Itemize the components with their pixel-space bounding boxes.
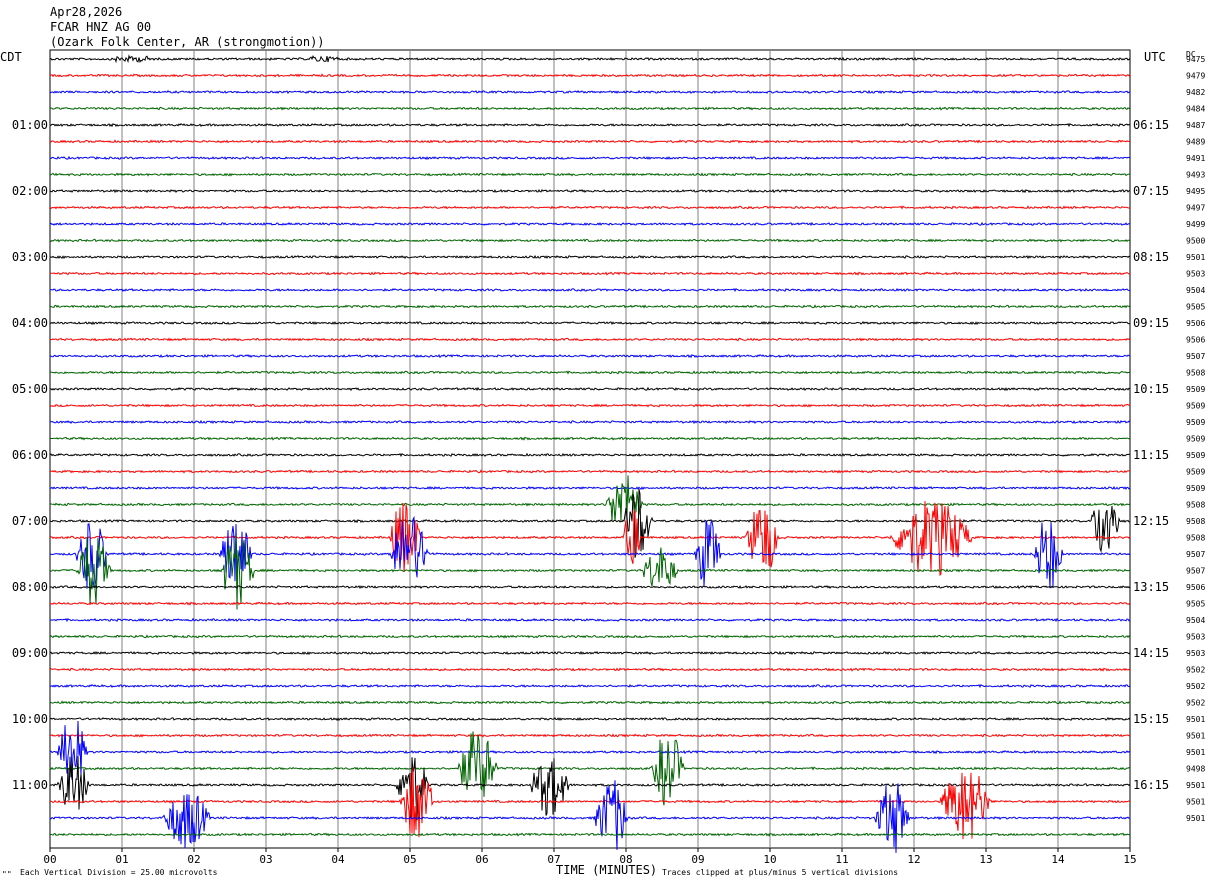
dc-offset-label: 9504	[1186, 616, 1205, 625]
dc-offset-label: 9479	[1186, 72, 1205, 81]
dc-offset-label: 9506	[1186, 583, 1205, 592]
dc-offset-label: 9508	[1186, 501, 1205, 510]
dc-offset-label: 9489	[1186, 138, 1205, 147]
x-tick-label: 00	[43, 853, 56, 866]
left-time-label: 10:00	[12, 712, 48, 726]
right-time-label: 11:15	[1133, 448, 1169, 462]
header-station: (Ozark Folk Center, AR (strongmotion))	[50, 35, 325, 49]
right-time-label: 10:15	[1133, 382, 1169, 396]
dc-offset-label: 9509	[1186, 402, 1205, 411]
right-time-label: 14:15	[1133, 646, 1169, 660]
dc-offset-label: 9498	[1186, 765, 1205, 774]
x-tick-label: 15	[1123, 853, 1136, 866]
dc-offset-label: 9501	[1186, 748, 1205, 757]
dc-offset-label: 9503	[1186, 649, 1205, 658]
dc-offset-label: 9499	[1186, 220, 1205, 229]
right-time-label: 07:15	[1133, 184, 1169, 198]
dc-offset-label: 9503	[1186, 270, 1205, 279]
right-time-label: 08:15	[1133, 250, 1169, 264]
left-time-label: 01:00	[12, 118, 48, 132]
x-tick-label: 09	[691, 853, 704, 866]
x-tick-label: 05	[403, 853, 416, 866]
dc-offset-label: 9502	[1186, 699, 1205, 708]
footer-clip: Traces clipped at plus/minus 5 vertical …	[662, 868, 898, 877]
dc-offset-label: 9500	[1186, 237, 1205, 246]
dc-offset-label: 9507	[1186, 352, 1205, 361]
left-time-label: 09:00	[12, 646, 48, 660]
right-time-label: 15:15	[1133, 712, 1169, 726]
dc-offset-label: 9505	[1186, 600, 1205, 609]
left-time-label: 11:00	[12, 778, 48, 792]
x-tick-label: 06	[475, 853, 488, 866]
chart-background	[0, 0, 1210, 886]
left-time-label: 04:00	[12, 316, 48, 330]
dc-offset-label: 9503	[1186, 633, 1205, 642]
dc-offset-label: 9484	[1186, 105, 1205, 114]
right-time-label: 06:15	[1133, 118, 1169, 132]
header-date: Apr28,2026	[50, 5, 122, 19]
right-time-label: 12:15	[1133, 514, 1169, 528]
dc-offset-label: 9509	[1186, 451, 1205, 460]
dc-offset-label: 9509	[1186, 385, 1205, 394]
dc-offset-label: 9475	[1186, 55, 1205, 64]
dc-offset-label: 9501	[1186, 715, 1205, 724]
left-time-label: 05:00	[12, 382, 48, 396]
left-time-label: 03:00	[12, 250, 48, 264]
right-zone-label: UTC	[1144, 50, 1166, 64]
x-tick-label: 13	[979, 853, 992, 866]
helicorder-chart: Apr28,2026 FCAR HNZ AG 00 (Ozark Folk Ce…	[0, 0, 1210, 886]
x-tick-label: 14	[1051, 853, 1065, 866]
left-time-label: 07:00	[12, 514, 48, 528]
x-tick-label: 10	[763, 853, 776, 866]
left-time-label: 02:00	[12, 184, 48, 198]
right-time-label: 13:15	[1133, 580, 1169, 594]
dc-offset-label: 9506	[1186, 336, 1205, 345]
dc-offset-label: 9495	[1186, 187, 1205, 196]
x-tick-label: 12	[907, 853, 920, 866]
dc-offset-label: 9509	[1186, 484, 1205, 493]
dc-offset-label: 9491	[1186, 154, 1205, 163]
x-tick-label: 02	[187, 853, 200, 866]
header-channel: FCAR HNZ AG 00	[50, 20, 151, 34]
right-time-label: 09:15	[1133, 316, 1169, 330]
dc-offset-label: 9501	[1186, 814, 1205, 823]
dc-offset-label: 9507	[1186, 567, 1205, 576]
right-time-label: 16:15	[1133, 778, 1169, 792]
dc-offset-label: 9508	[1186, 517, 1205, 526]
left-zone-label: CDT	[0, 50, 22, 64]
dc-offset-label: 9509	[1186, 468, 1205, 477]
x-tick-label: 03	[259, 853, 272, 866]
dc-offset-label: 9507	[1186, 550, 1205, 559]
dc-offset-label: 9504	[1186, 286, 1205, 295]
dc-offset-label: 9508	[1186, 369, 1205, 378]
dc-offset-label: 9502	[1186, 666, 1205, 675]
dc-offset-label: 9509	[1186, 418, 1205, 427]
dc-offset-label: 9501	[1186, 732, 1205, 741]
dc-offset-label: 9508	[1186, 534, 1205, 543]
x-tick-label: 04	[331, 853, 345, 866]
dc-offset-label: 9506	[1186, 319, 1205, 328]
dc-offset-label: 9501	[1186, 253, 1205, 262]
dc-offset-label: 9501	[1186, 798, 1205, 807]
dc-offset-label: 9501	[1186, 781, 1205, 790]
x-tick-label: 01	[115, 853, 128, 866]
dc-offset-label: 9487	[1186, 121, 1205, 130]
footer-scale: Each Vertical Division = 25.00 microvolt…	[20, 868, 218, 877]
dc-offset-label: 9505	[1186, 303, 1205, 312]
dc-offset-label: 9509	[1186, 435, 1205, 444]
dc-offset-label: 9502	[1186, 682, 1205, 691]
left-time-label: 08:00	[12, 580, 48, 594]
left-time-label: 06:00	[12, 448, 48, 462]
dc-offset-label: 9493	[1186, 171, 1205, 180]
footer-marker: ""	[2, 870, 12, 879]
dc-offset-label: 9497	[1186, 204, 1205, 213]
x-tick-label: 11	[835, 853, 848, 866]
x-axis-title: TIME (MINUTES)	[556, 863, 657, 877]
dc-offset-label: 9482	[1186, 88, 1205, 97]
